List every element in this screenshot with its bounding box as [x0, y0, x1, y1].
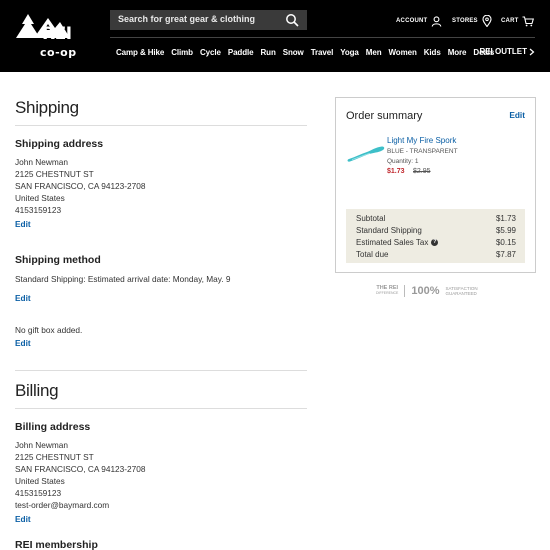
site-header: REI co-op Search for great gear & clothi… — [0, 0, 550, 72]
rei-outlet-label: REI OUTLET — [479, 47, 527, 56]
main-nav: Camp & Hike Climb Cycle Paddle Run Snow … — [116, 48, 501, 57]
nav-item-snow[interactable]: Snow — [283, 48, 304, 57]
nav-item-camp-hike[interactable]: Camp & Hike — [116, 48, 164, 57]
product-original-price: $2.95 — [413, 168, 431, 175]
nav-item-kids[interactable]: Kids — [424, 48, 441, 57]
svg-text:co-op: co-op — [40, 46, 77, 59]
help-icon[interactable]: ? — [431, 239, 439, 246]
guarantee-text-bottom: GUARANTEED — [445, 291, 477, 296]
location-pin-icon — [482, 15, 492, 27]
nav-item-women[interactable]: Women — [389, 48, 417, 57]
shipping-method-text: Standard Shipping: Estimated arrival dat… — [15, 274, 231, 284]
gift-box-text: No gift box added. — [15, 325, 83, 335]
order-totals: Subtotal $1.73 Standard Shipping $5.99 E… — [346, 209, 525, 263]
nav-item-cycle[interactable]: Cycle — [200, 48, 221, 57]
spork-product-image[interactable] — [346, 142, 386, 164]
product-sale-price: $1.73 — [387, 168, 405, 175]
edit-cart-link[interactable]: Edit — [509, 110, 525, 120]
edit-shipping-method-link[interactable]: Edit — [15, 293, 31, 303]
total-due-value: $7.87 — [495, 250, 516, 259]
billing-address-email: test-order@baymard.com — [15, 500, 110, 510]
shipping-cost-value: $5.99 — [495, 226, 516, 235]
billing-address-name: John Newman — [15, 440, 69, 450]
rei-difference-bottom: DIFFERENCE — [376, 291, 399, 295]
cart-icon — [522, 15, 535, 26]
nav-item-yoga[interactable]: Yoga — [340, 48, 359, 57]
shipping-address-city: SAN FRANCISCO, CA 94123-2708 — [15, 181, 146, 191]
billing-address-heading: Billing address — [15, 421, 91, 433]
edit-gift-box-link[interactable]: Edit — [15, 338, 31, 348]
stores-link[interactable]: STORES — [452, 12, 492, 30]
subtotal-value: $1.73 — [495, 214, 516, 223]
satisfaction-guarantee-badge: THE REI DIFFERENCE 100% SATISFACTION GUA… — [376, 284, 478, 298]
shipping-title-divider — [15, 125, 307, 126]
search-icon[interactable] — [285, 13, 299, 27]
header-divider — [110, 37, 535, 38]
shipping-address-street: 2125 CHESTNUT ST — [15, 169, 94, 179]
svg-text:REI: REI — [42, 24, 72, 44]
product-name-link[interactable]: Light My Fire Spork — [387, 136, 456, 145]
guarantee-divider — [404, 285, 406, 297]
cart-link[interactable]: CART — [501, 12, 535, 30]
chevron-right-icon — [529, 48, 535, 55]
account-label: ACCOUNT — [396, 18, 428, 24]
shipping-address-heading: Shipping address — [15, 138, 104, 150]
cart-label: CART — [501, 18, 519, 24]
product-quantity: Quantity: 1 — [387, 158, 419, 165]
billing-address-street: 2125 CHESTNUT ST — [15, 452, 94, 462]
shipping-address-name: John Newman — [15, 157, 69, 167]
shipping-address-phone: 4153159123 — [15, 205, 62, 215]
nav-item-climb[interactable]: Climb — [171, 48, 193, 57]
nav-item-more[interactable]: More — [448, 48, 467, 57]
order-summary-title: Order summary — [346, 110, 423, 122]
billing-address-country: United States — [15, 476, 65, 486]
shipping-address-country: United States — [15, 193, 65, 203]
rei-difference-mark: THE REI DIFFERENCE — [376, 285, 399, 296]
guarantee-percent: 100% — [411, 285, 440, 297]
rei-logo[interactable]: REI co-op — [14, 8, 98, 60]
billing-address-phone: 4153159123 — [15, 488, 62, 498]
nav-item-travel[interactable]: Travel — [311, 48, 334, 57]
shipping-title: Shipping — [15, 98, 79, 117]
billing-address-city: SAN FRANCISCO, CA 94123-2708 — [15, 464, 146, 474]
nav-item-paddle[interactable]: Paddle — [228, 48, 254, 57]
product-variant: BLUE - TRANSPARENT — [387, 148, 458, 155]
user-icon — [432, 15, 442, 27]
total-due-label: Total due — [356, 250, 389, 259]
shipping-cost-label: Standard Shipping — [356, 226, 422, 235]
sales-tax-label: Estimated Sales Tax — [356, 238, 429, 247]
rei-outlet-link[interactable]: REI OUTLET — [479, 47, 535, 56]
order-summary-panel: Order summary Edit Light My Fire Spork B… — [335, 97, 536, 273]
billing-title-divider — [15, 408, 307, 409]
sales-tax-value: $0.15 — [495, 238, 516, 247]
sales-tax-label-group: Estimated Sales Tax ? — [356, 238, 439, 247]
search-placeholder: Search for great gear & clothing — [118, 14, 256, 24]
nav-item-run[interactable]: Run — [260, 48, 275, 57]
nav-item-men[interactable]: Men — [366, 48, 382, 57]
subtotal-label: Subtotal — [356, 214, 386, 223]
shipping-method-heading: Shipping method — [15, 254, 101, 266]
guarantee-text: SATISFACTION GUARANTEED — [446, 286, 478, 296]
billing-title: Billing — [15, 381, 59, 400]
stores-label: STORES — [452, 18, 478, 24]
search-input[interactable]: Search for great gear & clothing — [110, 10, 307, 30]
edit-billing-address-link[interactable]: Edit — [15, 514, 31, 524]
edit-shipping-address-link[interactable]: Edit — [15, 219, 31, 229]
rei-membership-heading: REI membership — [15, 539, 98, 550]
account-link[interactable]: ACCOUNT — [396, 12, 442, 30]
section-divider — [15, 370, 307, 371]
